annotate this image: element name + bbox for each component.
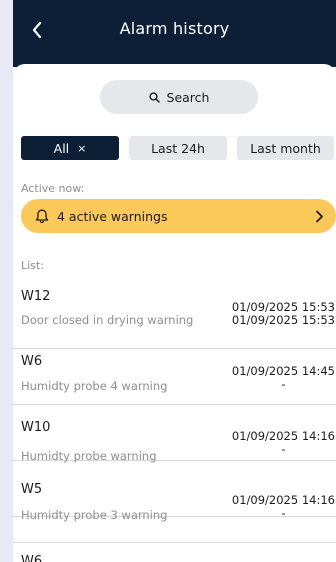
active-warnings-text: 4 active warnings	[57, 208, 168, 224]
alarm-row[interactable]: W6	[13, 542, 336, 562]
alarm-row[interactable]: W10 Humidty probe warning 01/09/2025 14:…	[13, 405, 336, 463]
active-now-label: Active now:	[21, 182, 85, 195]
filter-chip-last-24h[interactable]: Last 24h	[129, 136, 227, 160]
alarm-times: 01/09/2025 14:16 -	[232, 430, 335, 456]
chevron-right-icon	[316, 210, 323, 222]
alarm-description: Door closed in drying warning	[21, 313, 194, 327]
alarm-row[interactable]: W5 Humidty probe 3 warning 01/09/2025 14…	[13, 461, 336, 522]
clear-filter-icon[interactable]: ×	[77, 142, 86, 155]
alarm-description: Humidty probe 4 warning	[21, 379, 168, 393]
search-label: Search	[166, 89, 210, 105]
alarm-code: W6	[21, 354, 43, 369]
alarm-end-time: -	[281, 377, 286, 391]
screen: Alarm history Search All × Last 24h Last…	[13, 0, 336, 562]
search-button[interactable]: Search	[100, 80, 258, 114]
active-warnings-bar[interactable]: 4 active warnings	[21, 199, 336, 233]
alarm-code: W12	[21, 289, 51, 304]
filter-chip-last-month[interactable]: Last month	[237, 136, 334, 160]
filter-chip-all[interactable]: All ×	[21, 136, 119, 160]
filter-chip-all-label: All	[53, 140, 70, 156]
alarm-times: 01/09/2025 15:53 01/09/2025 15:53	[232, 301, 335, 327]
alarm-times: 01/09/2025 14:45 -	[232, 365, 335, 391]
alarm-code: W10	[21, 420, 51, 435]
top-app-bar: Alarm history	[13, 0, 336, 67]
search-icon	[148, 91, 160, 103]
alarm-row[interactable]: W6 Humidty probe 4 warning 01/09/2025 14…	[13, 349, 336, 405]
content-sheet: Search All × Last 24h Last month Active …	[13, 64, 336, 562]
page-title: Alarm history	[119, 19, 230, 38]
filter-chip-last-month-label: Last month	[250, 140, 321, 156]
alarm-end-time: -	[281, 506, 286, 520]
alarm-end-time: -	[281, 442, 286, 456]
alarm-code: W6	[21, 554, 43, 562]
alarm-description: Humidty probe 3 warning	[21, 508, 168, 522]
alarm-end-time: 01/09/2025 15:53	[231, 313, 335, 327]
alarm-times: 01/09/2025 14:16 -	[232, 494, 335, 520]
list-label: List:	[21, 259, 44, 272]
alarm-row[interactable]: W12 Door closed in drying warning 01/09/…	[13, 282, 336, 349]
filter-chip-last-24h-label: Last 24h	[151, 140, 205, 156]
bell-icon	[35, 209, 49, 223]
alarm-code: W5	[21, 482, 43, 497]
